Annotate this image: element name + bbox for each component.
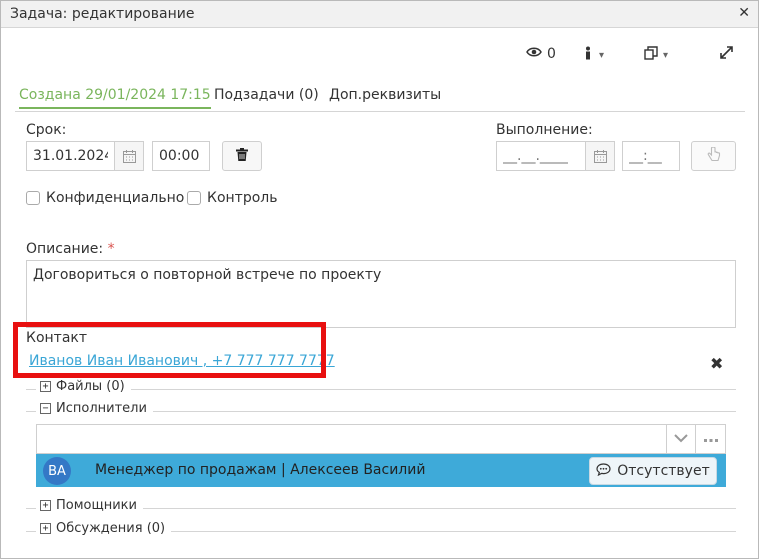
deadline-time-input[interactable] bbox=[152, 141, 210, 171]
description-label: Описание: * bbox=[26, 241, 115, 257]
chat-bubble-icon bbox=[596, 462, 611, 480]
helpers-section-header[interactable]: + Помощники bbox=[40, 498, 143, 513]
expand-plus-icon[interactable]: + bbox=[40, 523, 51, 534]
helpers-section-label: Помощники bbox=[56, 498, 137, 513]
deadline-date-input[interactable] bbox=[26, 141, 115, 171]
checkbox-box bbox=[26, 191, 40, 205]
tab-created[interactable]: Создана 29/01/2024 17:15 bbox=[19, 87, 211, 109]
executor-dropdown-button[interactable] bbox=[666, 424, 696, 454]
info-icon bbox=[582, 46, 594, 64]
executor-row[interactable]: ВА Менеджер по продажам | Алексеев Васил… bbox=[36, 454, 726, 487]
highlight-box bbox=[13, 322, 326, 378]
absent-button[interactable]: Отсутствует bbox=[589, 457, 717, 485]
chevron-down-icon: ▾ bbox=[663, 49, 669, 61]
hand-pointer-icon bbox=[707, 146, 721, 166]
window-title: Задача: редактирование bbox=[10, 6, 195, 22]
copy-menu-button[interactable]: ▾ bbox=[644, 46, 668, 64]
executor-more-button[interactable] bbox=[695, 424, 726, 454]
tab-subtasks[interactable]: Подзадачи (0) bbox=[214, 87, 319, 103]
expand-button[interactable] bbox=[720, 46, 733, 63]
views-count: 0 bbox=[547, 46, 556, 62]
confidential-checkbox[interactable]: Конфиденциально bbox=[26, 190, 184, 206]
trash-icon bbox=[236, 147, 248, 165]
confidential-label: Конфиденциально bbox=[46, 190, 185, 206]
divider bbox=[26, 531, 36, 532]
calendar-icon[interactable] bbox=[586, 141, 615, 171]
chevron-down-icon bbox=[674, 431, 688, 447]
checkbox-box bbox=[187, 191, 201, 205]
clear-deadline-button[interactable] bbox=[222, 141, 262, 171]
tab-bar: Создана 29/01/2024 17:15 Подзадачи (0) Д… bbox=[15, 83, 745, 112]
completion-time-input[interactable] bbox=[622, 141, 680, 171]
info-menu-button[interactable]: ▾ bbox=[582, 46, 604, 64]
executor-info: Менеджер по продажам | Алексеев Василий bbox=[95, 462, 426, 478]
required-mark: * bbox=[107, 241, 115, 257]
remove-contact-icon[interactable]: ✖ bbox=[710, 354, 723, 373]
divider bbox=[142, 508, 736, 509]
expand-icon bbox=[720, 46, 733, 63]
divider bbox=[162, 531, 736, 532]
control-label: Контроль bbox=[207, 190, 278, 206]
collapse-minus-icon[interactable]: − bbox=[40, 403, 51, 414]
chevron-down-icon: ▾ bbox=[599, 49, 605, 61]
executors-section-header[interactable]: − Исполнители bbox=[40, 401, 153, 416]
eye-icon bbox=[526, 46, 542, 62]
control-checkbox[interactable]: Контроль bbox=[187, 190, 277, 206]
calendar-icon[interactable] bbox=[115, 141, 144, 171]
divider bbox=[126, 389, 736, 390]
discussions-section-header[interactable]: + Обсуждения (0) bbox=[40, 521, 172, 536]
files-section-header[interactable]: + Файлы (0) bbox=[40, 379, 131, 394]
task-edit-dialog: Задача: редактирование ✕ 0 ▾ ▾ Создана 2… bbox=[0, 0, 759, 559]
discussions-section-label: Обсуждения (0) bbox=[56, 521, 166, 536]
mark-completed-button[interactable] bbox=[691, 141, 736, 171]
avatar: ВА bbox=[43, 457, 71, 485]
files-section-label: Файлы (0) bbox=[56, 379, 125, 394]
completion-label: Выполнение: bbox=[496, 122, 593, 138]
tab-extra-fields[interactable]: Доп.реквизиты bbox=[329, 87, 441, 103]
divider bbox=[26, 389, 36, 390]
absent-label: Отсутствует bbox=[617, 463, 710, 479]
helpers-section[interactable]: + Помощники bbox=[26, 498, 736, 518]
close-icon[interactable]: ✕ bbox=[738, 5, 750, 21]
executors-section[interactable]: − Исполнители bbox=[26, 401, 736, 421]
ellipsis-icon bbox=[703, 431, 718, 447]
description-label-text: Описание: bbox=[26, 241, 104, 257]
completion-date-input[interactable] bbox=[496, 141, 586, 171]
divider bbox=[26, 508, 36, 509]
description-textarea[interactable]: Договориться о повторной встрече по прое… bbox=[26, 260, 736, 328]
executor-select[interactable] bbox=[36, 424, 667, 454]
discussions-section[interactable]: + Обсуждения (0) bbox=[26, 521, 736, 541]
expand-plus-icon[interactable]: + bbox=[40, 381, 51, 392]
divider bbox=[148, 411, 736, 412]
divider bbox=[26, 411, 36, 412]
expand-plus-icon[interactable]: + bbox=[40, 500, 51, 511]
copy-icon bbox=[644, 46, 658, 64]
deadline-label: Срок: bbox=[26, 122, 67, 138]
views-counter[interactable]: 0 bbox=[526, 46, 556, 62]
title-bar: Задача: редактирование ✕ bbox=[1, 1, 758, 28]
executors-section-label: Исполнители bbox=[56, 401, 147, 416]
files-section[interactable]: + Файлы (0) bbox=[26, 379, 736, 399]
